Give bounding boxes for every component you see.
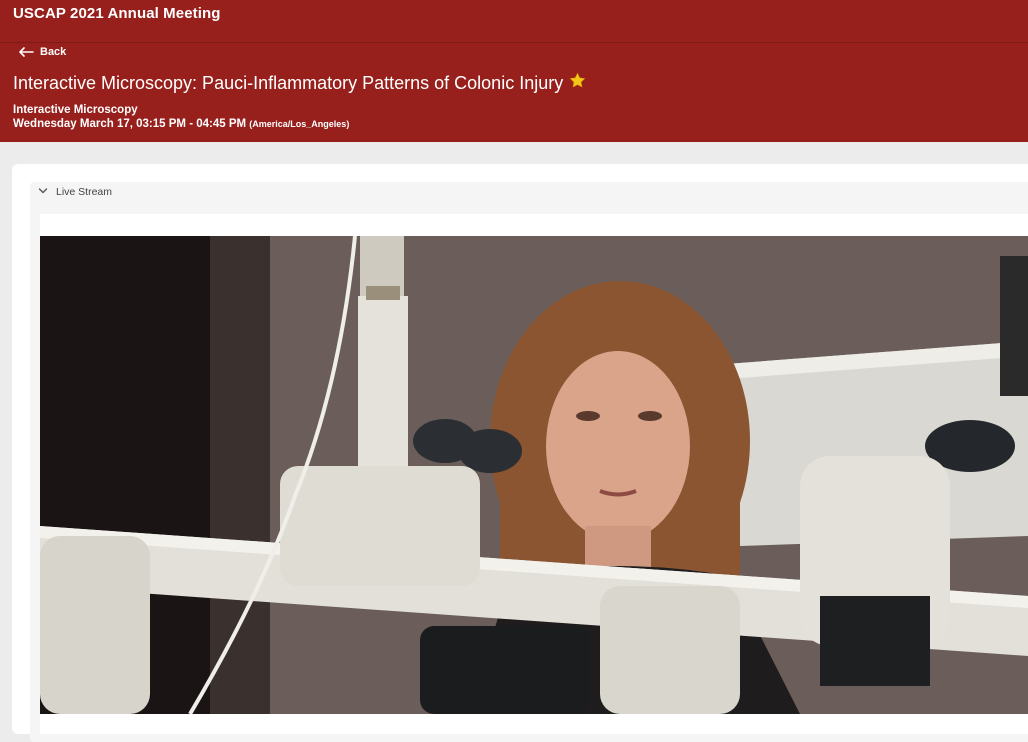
app-title: USCAP 2021 Annual Meeting [13,5,221,22]
session-timezone: (America/Los_Angeles) [249,119,350,129]
star-icon[interactable] [569,72,586,94]
session-datetime-text: Wednesday March 17, 03:15 PM - 04:45 PM [13,118,247,130]
session-title-text: Interactive Microscopy: Pauci-Inflammato… [13,72,564,93]
chevron-down-icon [38,186,48,198]
back-label: Back [40,46,67,58]
back-button[interactable]: Back [18,46,66,58]
top-bar: USCAP 2021 Annual Meeting [0,0,1028,43]
live-stream-video[interactable] [40,236,1028,714]
session-datetime: Wednesday March 17, 03:15 PM - 04:45 PM … [13,118,349,130]
page-title: Interactive Microscopy: Pauci-Inflammato… [13,72,586,94]
session-header: USCAP 2021 Annual Meeting Back Interacti… [0,0,1028,142]
live-stream-toggle[interactable]: Live Stream [38,186,112,198]
live-stream-label: Live Stream [56,186,113,198]
arrow-left-icon [18,47,34,57]
session-type: Interactive Microscopy [13,104,138,116]
